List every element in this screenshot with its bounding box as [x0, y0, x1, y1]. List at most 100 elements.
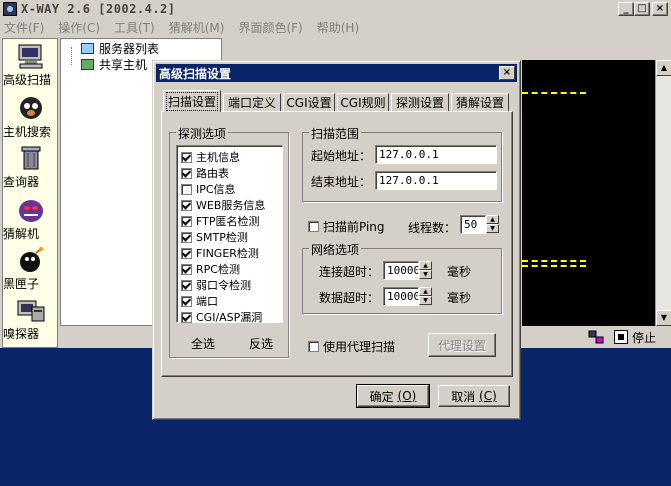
tool-query[interactable]: 查询器	[3, 145, 59, 189]
menu-file[interactable]: 文件(F)	[4, 19, 44, 36]
trashcan-icon	[16, 145, 46, 171]
menu-bar: 文件(F) 操作(C) 工具(T) 猜解机(M) 界面颜色(F) 帮助(H)	[0, 18, 671, 37]
menu-guesser[interactable]: 猜解机(M)	[169, 19, 225, 36]
spin-down-icon[interactable]: ▼	[486, 224, 499, 233]
connect-timeout-label: 连接超时：	[319, 265, 380, 279]
network-icon[interactable]	[588, 329, 604, 345]
checkbox[interactable]	[181, 279, 192, 291]
data-timeout-label: 数据超时：	[319, 291, 380, 305]
output-scrollbar[interactable]: ▲ ▼	[655, 60, 671, 326]
output-panel	[522, 60, 656, 326]
connect-timeout-input[interactable]: 10000	[383, 261, 419, 280]
group-title: 扫描范围	[309, 125, 362, 142]
close-button[interactable]: ×	[652, 2, 668, 16]
probe-option-finger[interactable]: FINGER检测	[181, 246, 259, 260]
probe-option-web-info[interactable]: WEB服务信息	[181, 198, 265, 212]
checkbox[interactable]	[181, 167, 192, 179]
checkbox[interactable]	[181, 295, 192, 307]
probe-options-group: 探测选项 主机信息 路由表 IPC信息 WEB服务信息 FTP匿名检测 SMTP…	[169, 125, 289, 358]
tool-blackbox[interactable]: 黑匣子	[3, 247, 59, 291]
probe-option-rpc[interactable]: RPC检测	[181, 262, 240, 276]
group-title: 网络选项	[309, 241, 362, 258]
tool-host-search[interactable]: 主机搜索	[3, 95, 59, 139]
probe-option-port[interactable]: 端口	[181, 294, 218, 308]
checkbox[interactable]	[181, 151, 192, 163]
tab-guess-settings[interactable]: 猜解设置	[451, 93, 509, 111]
data-timeout-input[interactable]: 10000	[383, 287, 419, 306]
tab-scan-settings[interactable]: 扫描设置	[163, 90, 221, 112]
tool-label: 嗅探器	[3, 327, 40, 341]
purple-monster-icon	[16, 197, 46, 223]
probe-option-smtp[interactable]: SMTP检测	[181, 230, 248, 244]
shared-host-icon	[81, 59, 94, 70]
checkbox[interactable]	[181, 247, 192, 259]
invert-selection-button[interactable]: 反选	[249, 335, 273, 352]
output-line	[522, 92, 586, 94]
maximize-button[interactable]: □	[634, 2, 650, 16]
ping-before-scan-option[interactable]: 扫描前Ping	[308, 218, 385, 234]
scan-computer-icon	[16, 43, 46, 69]
menu-tools[interactable]: 工具(T)	[114, 19, 155, 36]
checkbox[interactable]	[181, 199, 192, 211]
bomb-icon	[16, 247, 46, 273]
data-timeout-spinner[interactable]: ▲ ▼	[419, 287, 432, 306]
dialog-title-bar: 高级扫描设置 ×	[156, 64, 517, 82]
probe-option-ipc-info[interactable]: IPC信息	[181, 182, 236, 196]
threads-input[interactable]: 50	[460, 215, 486, 234]
checkbox[interactable]	[308, 340, 319, 352]
start-address-input[interactable]: 127.0.0.1	[375, 145, 497, 164]
menu-color[interactable]: 界面颜色(F)	[238, 19, 302, 36]
tab-port-define[interactable]: 端口定义	[223, 93, 281, 111]
connect-timeout-spinner[interactable]: ▲ ▼	[419, 261, 432, 280]
checkbox[interactable]	[181, 183, 192, 195]
scroll-down-icon[interactable]: ▼	[656, 310, 671, 326]
use-proxy-option[interactable]: 使用代理扫描	[308, 338, 395, 354]
stop-button[interactable]: 停止	[614, 327, 656, 347]
probe-option-host-info[interactable]: 主机信息	[181, 150, 240, 164]
menu-help[interactable]: 帮助(H)	[317, 19, 359, 36]
checkbox[interactable]	[181, 215, 192, 227]
end-address-input[interactable]: 127.0.0.1	[375, 171, 497, 190]
probe-option-route-table[interactable]: 路由表	[181, 166, 229, 180]
tool-label: 猜解机	[3, 227, 40, 241]
start-address-label: 起始地址：	[311, 149, 372, 163]
tool-label: 主机搜索	[3, 125, 52, 139]
spin-up-icon[interactable]: ▲	[486, 215, 499, 224]
tree-item-label: 服务器列表	[99, 42, 160, 56]
checkbox[interactable]	[181, 263, 192, 275]
spin-down-icon[interactable]: ▼	[419, 270, 432, 279]
tool-label: 查询器	[3, 175, 40, 189]
tool-advanced-scan[interactable]: 高级扫描	[3, 43, 59, 87]
tab-probe-settings[interactable]: 探测设置	[391, 93, 449, 111]
threads-label: 线程数：	[408, 221, 457, 235]
title-bar: X-WAY 2.6 [2002.4.2] _ □ ×	[0, 0, 671, 18]
tool-guesser[interactable]: 猜解机	[3, 197, 59, 241]
tool-sniffer[interactable]: 嗅探器	[3, 297, 59, 341]
tree-item-server-list[interactable]: 服务器列表	[81, 40, 159, 57]
ms-unit-label: 毫秒	[447, 291, 472, 305]
spin-up-icon[interactable]: ▲	[419, 261, 432, 270]
proxy-settings-button[interactable]: 代理设置	[428, 333, 496, 357]
tree-line	[71, 47, 72, 65]
tree-item-shared-host[interactable]: 共享主机	[81, 56, 147, 73]
cancel-button[interactable]: 取消 (C)	[438, 385, 510, 407]
dialog-title: 高级扫描设置	[159, 66, 232, 81]
advanced-scan-dialog: 高级扫描设置 × 扫描设置 端口定义 CGI设置 CGI规则 探测设置 猜解设置…	[152, 60, 521, 420]
checkbox[interactable]	[308, 220, 319, 232]
minimize-button[interactable]: _	[618, 2, 634, 16]
menu-operate[interactable]: 操作(C)	[58, 19, 100, 36]
threads-spinner[interactable]: ▲ ▼	[486, 215, 499, 234]
dialog-close-button[interactable]: ×	[499, 66, 515, 80]
probe-option-ftp-anon[interactable]: FTP匿名检测	[181, 214, 260, 228]
scroll-up-icon[interactable]: ▲	[656, 60, 671, 76]
ok-button[interactable]: 确定 (O)	[356, 384, 430, 408]
spin-down-icon[interactable]: ▼	[419, 296, 432, 305]
select-all-button[interactable]: 全选	[191, 335, 215, 352]
probe-option-cgi-asp[interactable]: CGI/ASP漏洞	[181, 310, 262, 324]
tab-cgi-rules[interactable]: CGI规则	[337, 93, 389, 111]
spin-up-icon[interactable]: ▲	[419, 287, 432, 296]
tab-cgi-settings[interactable]: CGI设置	[283, 93, 335, 111]
probe-option-weak-password[interactable]: 弱口令检测	[181, 278, 251, 292]
checkbox[interactable]	[181, 311, 192, 323]
checkbox[interactable]	[181, 231, 192, 243]
